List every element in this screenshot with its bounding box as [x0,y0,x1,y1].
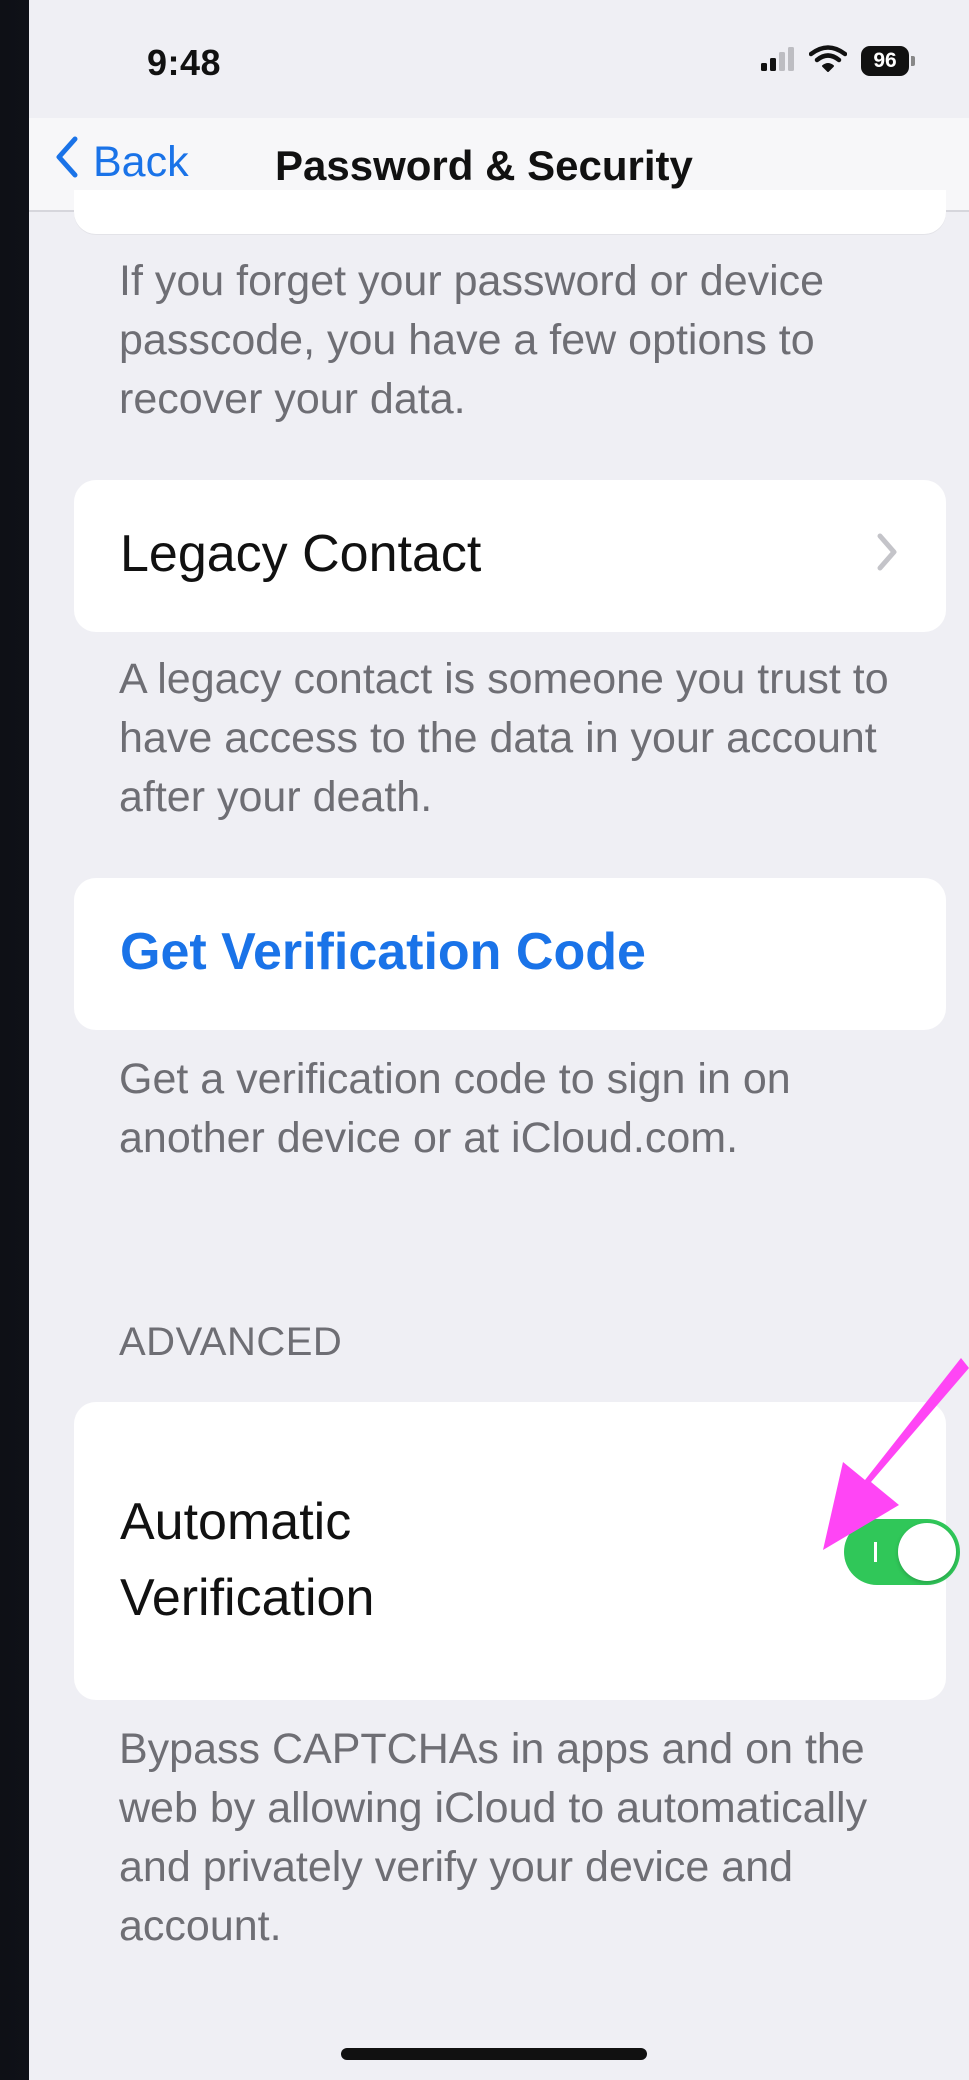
status-bar: 9:48 96 [29,0,969,118]
legacy-contact-label: Legacy Contact [120,525,482,583]
legacy-contact-row[interactable]: Legacy Contact [74,480,946,632]
automatic-verification-footer: Bypass CAPTCHAs in apps and on the web b… [119,1725,868,1950]
cellular-signal-icon [761,46,795,76]
back-label: Back [93,137,189,186]
status-time: 9:48 [147,42,222,83]
recovery-footer: If you forget your password or device pa… [119,257,825,423]
chevron-left-icon [55,136,93,189]
back-button[interactable]: Back [55,132,189,192]
page-title: Password & Security [275,142,693,189]
home-indicator[interactable] [341,2048,647,2060]
verification-code-footer: Get a verification code to sign in on an… [119,1055,791,1162]
annotation-arrow-icon [823,1358,969,1550]
automatic-verification-label-line1: Automatic [120,1493,352,1551]
status-icons: 96 [761,44,915,78]
legacy-contact-footer: A legacy contact is someone you trust to… [119,655,889,821]
get-verification-code-button[interactable]: Get Verification Code [120,922,646,982]
settings-screen: 9:48 96 Back Password & Security If you … [29,0,969,2080]
battery-level: 96 [873,49,897,72]
section-header-advanced: ADVANCED [119,1320,343,1364]
battery-icon: 96 [861,46,915,76]
recovery-card-partial [74,190,946,234]
automatic-verification-label: Automatic Verification [120,1484,374,1636]
get-verification-code-row[interactable]: Get Verification Code [74,878,946,1030]
chevron-right-icon [876,532,898,577]
automatic-verification-row: Automatic Verification [74,1402,960,1700]
automatic-verification-label-line2: Verification [120,1569,375,1627]
wifi-icon [808,44,848,78]
